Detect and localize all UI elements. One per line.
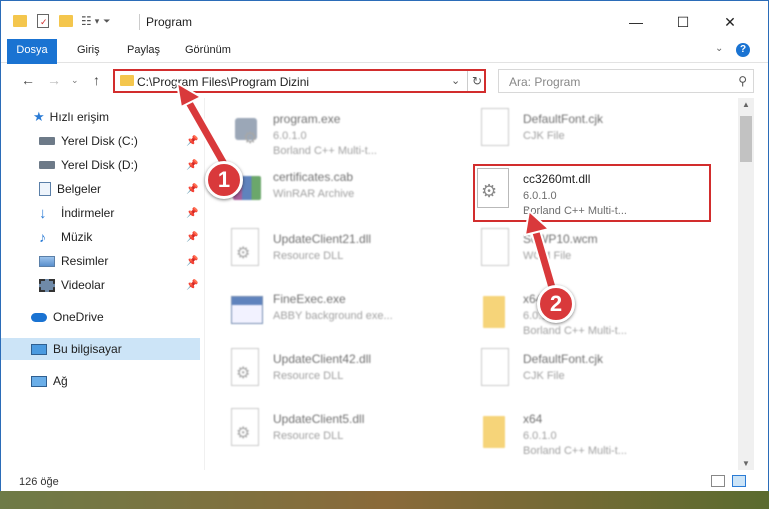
annotation-badge-1: 1 <box>205 161 243 199</box>
arrow-2 <box>523 209 559 297</box>
arrow-1 <box>175 81 233 175</box>
desktop-background-strip <box>0 491 769 509</box>
annotation-badge-2: 2 <box>537 285 575 323</box>
explorer-window: ✓ ☷ ▾ ⏷ Program — ☐ ✕ Dosya Giriş Paylaş… <box>0 0 769 509</box>
annotation-arrows <box>175 81 559 297</box>
